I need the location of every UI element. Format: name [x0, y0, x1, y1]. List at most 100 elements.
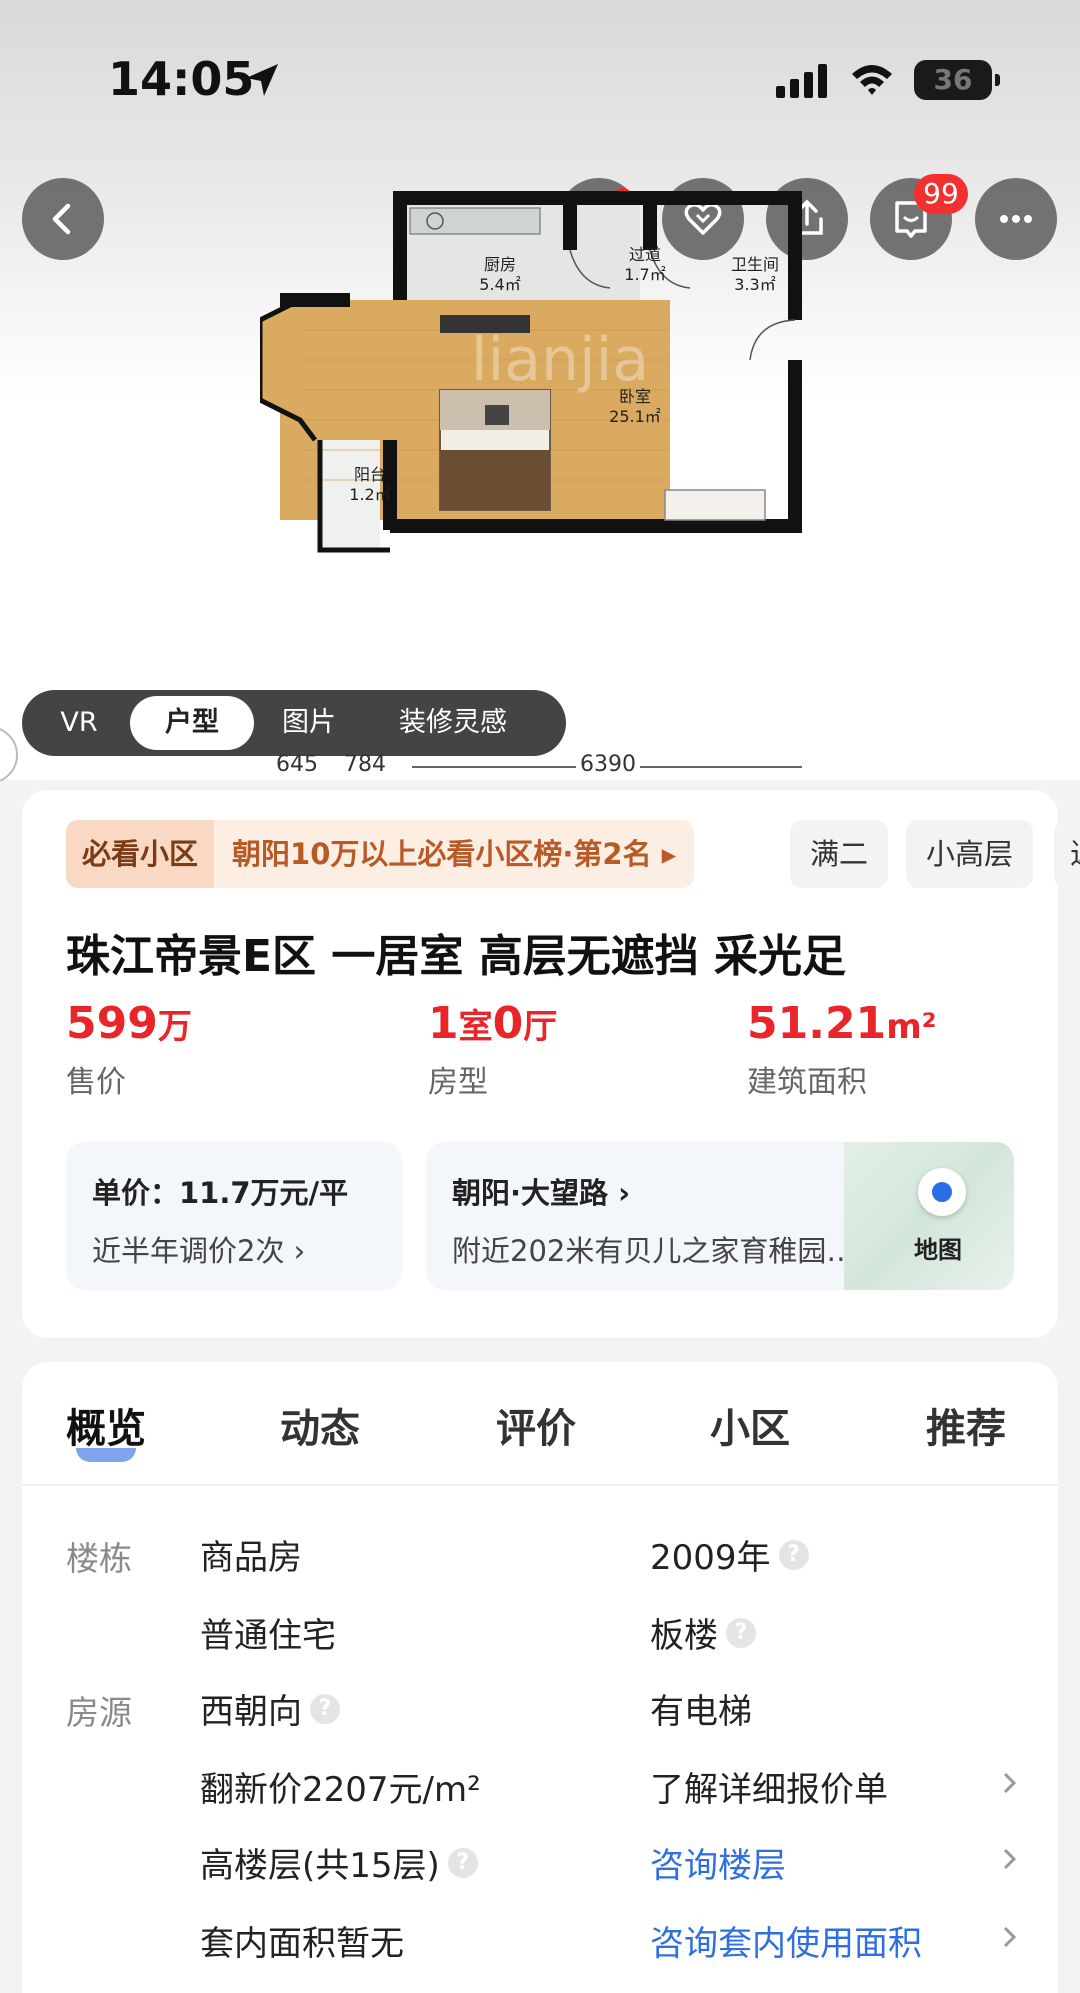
detail-inner-area: 套内面积暂无	[200, 1924, 404, 1964]
price-stat: 599万 售价	[66, 998, 192, 1101]
dimension-label: 784	[344, 752, 386, 777]
watermark-text: lianjia	[471, 325, 649, 395]
price-label: 售价	[66, 1065, 126, 1100]
tag-pill: 小高层	[906, 820, 1034, 888]
back-button[interactable]	[22, 178, 104, 260]
chevron-right-icon	[1003, 1926, 1017, 1948]
more-button[interactable]	[975, 178, 1057, 260]
dimension-label: 6390	[576, 752, 640, 777]
chevron-right-icon	[1003, 1772, 1017, 1794]
media-tab-decor[interactable]: 装修灵感	[364, 696, 542, 750]
media-tab-bar: VR 户型 图片 装修灵感	[22, 690, 566, 756]
listing-info-card: 必看小区 朝阳10万以上必看小区榜·第2名 ▸ 满二 小高层 近 珠江帝景E区 …	[22, 790, 1080, 1338]
chevron-left-icon	[52, 203, 71, 235]
quote-detail-link[interactable]: 了解详细报价单	[650, 1762, 888, 1811]
wifi-icon	[852, 65, 892, 95]
tab-community[interactable]: 小区	[710, 1396, 790, 1454]
listing-title: 珠江帝景E区 一居室 高层无遮挡 采光足	[66, 931, 847, 982]
detail-building-type: 板楼?	[650, 1608, 756, 1657]
room-label: 厨房	[484, 255, 516, 274]
notification-badge: 99	[914, 174, 968, 214]
rooms-value: 1	[428, 998, 459, 1049]
ranking-tag[interactable]: 必看小区 朝阳10万以上必看小区榜·第2名 ▸	[66, 820, 695, 888]
area-label: 建筑面积	[747, 1065, 867, 1100]
detail-usage: 普通住宅	[200, 1616, 336, 1656]
battery-level: 36	[933, 63, 973, 96]
layout-stat: 1室0厅 房型	[428, 998, 557, 1101]
map-label: 地图	[914, 1236, 962, 1264]
chevron-right-icon: ›	[618, 1176, 631, 1210]
room-label: 阳台	[354, 465, 386, 484]
tag-pill: 满二	[790, 820, 889, 888]
hero-floor-plan-area[interactable]: 14:05 36 PK 99	[0, 0, 1080, 784]
detail-build-year-text: 2009年	[650, 1538, 771, 1578]
detail-orientation: 西朝向?	[200, 1684, 340, 1733]
detail-tab-bar: 概览 动态 评价 小区 推荐	[22, 1362, 1058, 1486]
help-icon[interactable]: ?	[726, 1617, 756, 1648]
area-value: 51.21	[747, 998, 887, 1049]
room-area: 5.4㎡	[479, 275, 520, 294]
section-label-building: 楼栋	[66, 1539, 132, 1578]
floor-plan-image[interactable]: 厨房 5.4㎡ 过道 1.7㎡ 卫生间 3.3㎡ 卧室 25.1㎡ 阳台 1.2…	[260, 190, 820, 560]
unit-price-box[interactable]: 单价：11.7万元/平 近半年调价2次 ›	[66, 1142, 402, 1290]
media-tab-vr[interactable]: VR	[28, 696, 130, 750]
status-bar: 14:05 36	[0, 0, 1080, 160]
chevron-right-icon	[1003, 1848, 1017, 1870]
area-stat: 51.21m² 建筑面积	[747, 998, 937, 1101]
detail-build-year: 2009年?	[650, 1530, 809, 1579]
dimension-label: 645	[276, 752, 318, 777]
halls-value: 0	[492, 998, 524, 1049]
room-area: 25.1㎡	[609, 407, 661, 426]
location-arrow-icon	[246, 64, 278, 96]
rooms-unit: 室	[458, 1007, 493, 1047]
section-label-listing: 房源	[66, 1693, 132, 1732]
detail-floor: 高楼层(共15层)?	[200, 1838, 478, 1887]
price-value: 599	[66, 998, 158, 1049]
room-area: 3.3㎡	[734, 275, 775, 294]
media-tab-floorplan[interactable]: 户型	[130, 696, 254, 750]
room-area: 1.2㎡	[349, 485, 390, 504]
consult-floor-link[interactable]: 咨询楼层	[650, 1838, 786, 1887]
price-unit: 万	[157, 1007, 192, 1047]
detail-renovation-price: 翻新价2207元/m²	[200, 1770, 481, 1810]
map-thumbnail[interactable]: 地图	[844, 1142, 1014, 1290]
status-time: 14:05	[108, 52, 255, 106]
layout-label: 房型	[428, 1065, 488, 1100]
tab-updates[interactable]: 动态	[280, 1396, 360, 1454]
consult-inner-area-link[interactable]: 咨询套内使用面积	[650, 1916, 922, 1965]
ranking-tag-text: 朝阳10万以上必看小区榜·第2名	[232, 837, 652, 871]
tab-reviews[interactable]: 评价	[496, 1396, 576, 1454]
detail-floor-text: 高楼层(共15层)	[200, 1846, 440, 1886]
help-icon[interactable]: ?	[310, 1693, 340, 1724]
more-dots-icon	[1000, 215, 1032, 223]
price-adjustments-text: 近半年调价2次	[92, 1234, 285, 1268]
halls-unit: 厅	[523, 1007, 558, 1047]
location-box[interactable]: 朝阳·大望路 › 附近202米有贝儿之家育稚园… 地图	[426, 1142, 1014, 1290]
tab-overview[interactable]: 概览	[66, 1396, 146, 1462]
location-nearby: 附近202米有贝儿之家育稚园…	[452, 1234, 856, 1268]
map-pin-icon	[918, 1168, 966, 1216]
help-icon[interactable]: ?	[778, 1539, 809, 1570]
unit-price-text: 单价：11.7万元/平	[92, 1176, 349, 1210]
detail-property-type: 商品房	[200, 1538, 302, 1578]
tab-recommend[interactable]: 推荐	[926, 1396, 1006, 1454]
room-label: 卫生间	[731, 255, 779, 274]
scroll-indicator-ring	[0, 726, 18, 784]
help-icon[interactable]: ?	[447, 1847, 478, 1878]
chevron-right-icon: ›	[293, 1234, 306, 1268]
detail-building-type-text: 板楼	[650, 1616, 718, 1656]
tag-pill: 近	[1054, 820, 1080, 888]
battery-icon: 36	[914, 60, 1000, 100]
ranking-tag-key: 必看小区	[66, 820, 215, 888]
messages-button[interactable]: 99	[870, 174, 968, 260]
area-unit: m²	[886, 1007, 937, 1047]
detail-elevator: 有电梯	[650, 1692, 752, 1732]
location-area-text: 朝阳·大望路	[452, 1176, 609, 1210]
detail-orientation-text: 西朝向	[200, 1692, 302, 1732]
detail-card: 概览 动态 评价 小区 推荐 楼栋 房源 商品房 2009年? 普通住宅 板楼?…	[22, 1362, 1058, 1993]
ranking-tag-value: 朝阳10万以上必看小区榜·第2名 ▸	[232, 837, 677, 871]
cellular-signal-icon	[776, 64, 827, 98]
room-area: 1.7㎡	[624, 265, 665, 284]
media-tab-photos[interactable]: 图片	[254, 696, 364, 750]
price-adjustments: 近半年调价2次 ›	[92, 1228, 376, 1270]
